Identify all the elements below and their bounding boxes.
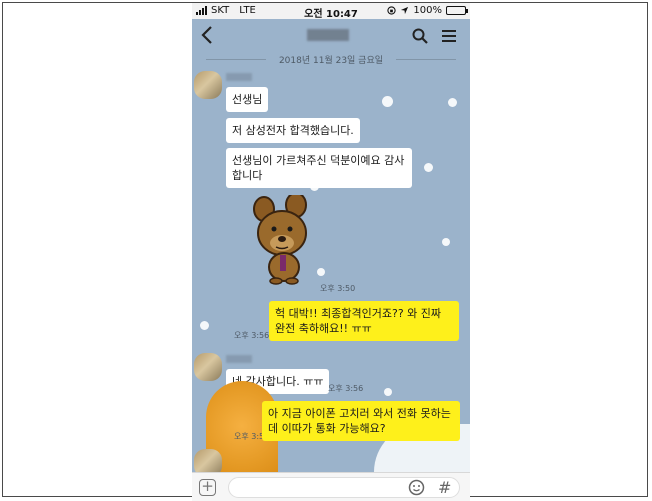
location-icon [401, 6, 409, 15]
chat-header [192, 19, 470, 51]
search-button[interactable] [411, 27, 429, 45]
snowflake [384, 388, 392, 396]
message-bubble-in[interactable]: 선생님이 가르쳐주신 덕분이예요 감사합니다 [226, 148, 412, 188]
phone-screen: SKT LTE 오전 10:47 100% 2018년 11월 23일 금요일 … [192, 3, 470, 501]
chevron-left-icon [201, 26, 212, 44]
snowflake [382, 96, 393, 107]
message-input[interactable] [228, 477, 460, 498]
avatar[interactable] [194, 71, 222, 99]
snowflake [424, 163, 433, 172]
chat-title-blurred [307, 29, 349, 41]
emoji-button[interactable] [408, 479, 425, 496]
attach-button[interactable]: + [199, 479, 216, 496]
snowflake [448, 98, 457, 107]
date-divider: 2018년 11월 23일 금요일 [192, 53, 470, 66]
snowflake [200, 321, 209, 330]
battery-icon [446, 6, 468, 15]
battery-percent: 100% [413, 5, 442, 16]
sender-name-blurred [226, 73, 252, 81]
message-bubble-in[interactable]: 선생님 [226, 87, 269, 112]
avatar[interactable] [194, 353, 222, 381]
back-button[interactable] [201, 25, 213, 49]
input-bar: + # [192, 472, 470, 501]
bear-sticker[interactable] [244, 192, 326, 285]
hashtag-button[interactable]: # [438, 478, 451, 497]
status-right: 100% [387, 5, 468, 16]
rotation-lock-icon [387, 6, 397, 15]
snowflake [442, 238, 450, 246]
message-timestamp: 오후 3:56 [328, 384, 364, 393]
message-bubble-in[interactable]: 저 삼성전자 합격했습니다. [226, 118, 360, 143]
sender-name-blurred [226, 355, 252, 363]
screenshot-frame: SKT LTE 오전 10:47 100% 2018년 11월 23일 금요일 … [2, 2, 648, 501]
message-bubble-out[interactable]: 헉 대박!! 최종합격인거죠?? 와 진짜 완전 축하해요!! ㅠㅠ [269, 301, 459, 341]
message-bubble-out[interactable]: 아 지금 아이폰 고치러 와서 전화 못하는데 이따가 통화 가능해요? [262, 401, 460, 441]
menu-button[interactable] [440, 27, 458, 45]
message-timestamp: 오후 3:56 [234, 331, 270, 340]
message-timestamp: 오후 3:50 [320, 284, 356, 293]
bear-emoticon-icon [253, 192, 307, 285]
status-bar: SKT LTE 오전 10:47 100% [192, 3, 470, 20]
hamburger-menu-icon [442, 30, 456, 42]
search-icon [412, 28, 428, 44]
emoji-icon [408, 479, 425, 496]
